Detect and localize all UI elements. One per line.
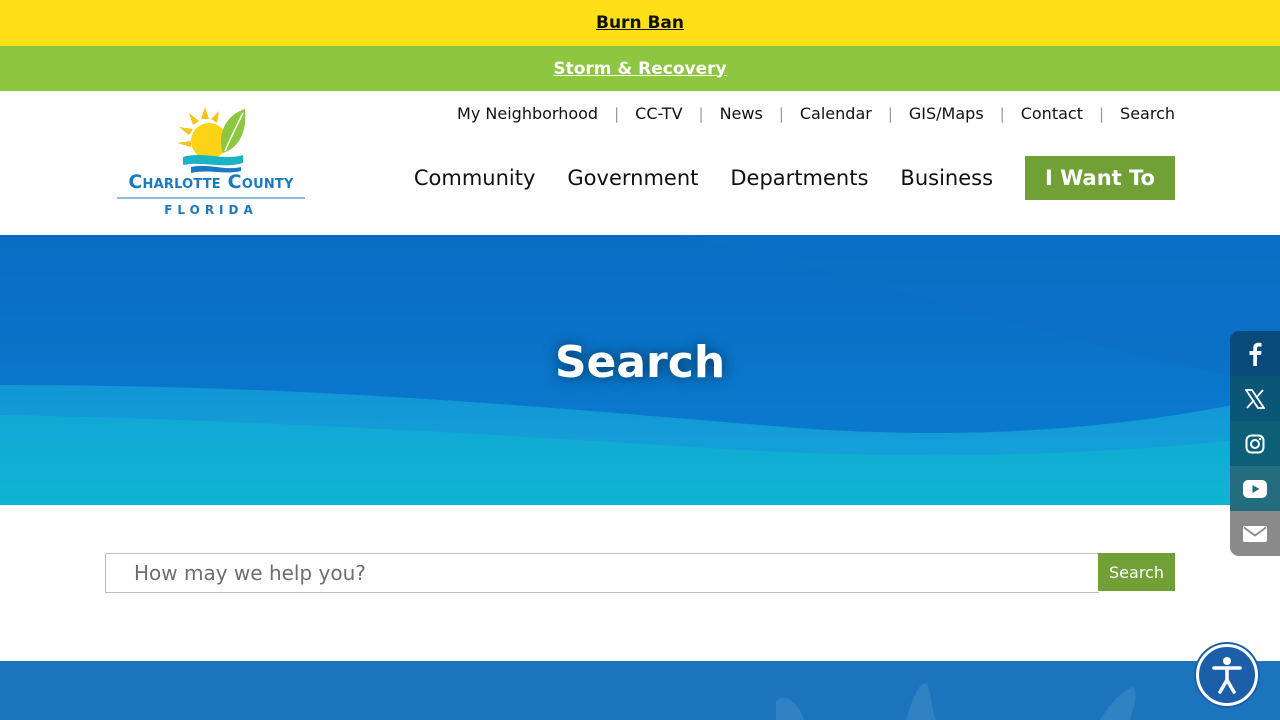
- util-separator: |: [778, 104, 784, 123]
- nav-business[interactable]: Business: [900, 166, 993, 190]
- util-separator: |: [614, 104, 620, 123]
- storm-alert-bar: Storm & Recovery: [0, 46, 1280, 91]
- burn-ban-link[interactable]: Burn Ban: [596, 13, 684, 33]
- utility-nav: My Neighborhood | CC-TV | News | Calenda…: [457, 104, 1175, 123]
- youtube-link[interactable]: [1230, 466, 1280, 511]
- facebook-link[interactable]: [1230, 331, 1280, 376]
- burn-ban-alert-bar: Burn Ban: [0, 0, 1280, 46]
- x-icon: [1245, 388, 1265, 409]
- nav-departments[interactable]: Departments: [730, 166, 868, 190]
- logo-state-name: FLORIDA: [164, 203, 258, 217]
- logo-divider: [117, 197, 305, 199]
- util-link-my-neighborhood[interactable]: My Neighborhood: [457, 104, 598, 123]
- page-title: Search: [554, 337, 726, 388]
- hero-banner: Search: [0, 235, 1280, 505]
- util-separator: |: [698, 104, 704, 123]
- nav-community[interactable]: Community: [414, 166, 536, 190]
- site-header: Charlotte County FLORIDA My Neighborhood…: [0, 91, 1280, 235]
- util-link-contact[interactable]: Contact: [1021, 104, 1083, 123]
- util-separator: |: [1098, 104, 1105, 123]
- sun-leaf-icon: [177, 107, 246, 173]
- search-button[interactable]: Search: [1098, 553, 1175, 591]
- instagram-link[interactable]: [1230, 421, 1280, 466]
- charlotte-county-logo[interactable]: Charlotte County FLORIDA: [113, 105, 309, 217]
- util-link-news[interactable]: News: [720, 104, 763, 123]
- util-link-cc-tv[interactable]: CC-TV: [635, 104, 682, 123]
- util-link-search[interactable]: Search: [1120, 104, 1175, 123]
- x-link[interactable]: [1230, 376, 1280, 421]
- storm-recovery-link[interactable]: Storm & Recovery: [553, 59, 726, 79]
- accessibility-button[interactable]: [1196, 644, 1258, 706]
- logo-county-name: Charlotte County: [128, 171, 294, 193]
- search-section: Search: [0, 505, 1280, 661]
- main-nav: Community Government Departments Busines…: [382, 156, 1175, 200]
- facebook-icon: [1249, 342, 1262, 366]
- email-icon: [1243, 525, 1267, 542]
- i-want-to-button[interactable]: I Want To: [1025, 156, 1175, 200]
- util-link-gis-maps[interactable]: GIS/Maps: [909, 104, 984, 123]
- social-sidebar: [1230, 331, 1280, 556]
- search-input[interactable]: [134, 561, 1099, 585]
- footer-band: [0, 661, 1280, 720]
- nav-government[interactable]: Government: [567, 166, 698, 190]
- util-separator: |: [887, 104, 893, 123]
- youtube-icon: [1243, 479, 1267, 498]
- footer-decoration: [776, 683, 1136, 720]
- search-box: [105, 553, 1099, 593]
- accessibility-icon: [1212, 657, 1242, 694]
- instagram-icon: [1245, 434, 1265, 453]
- util-separator: |: [999, 104, 1005, 123]
- email-link[interactable]: [1230, 511, 1280, 556]
- util-link-calendar[interactable]: Calendar: [800, 104, 872, 123]
